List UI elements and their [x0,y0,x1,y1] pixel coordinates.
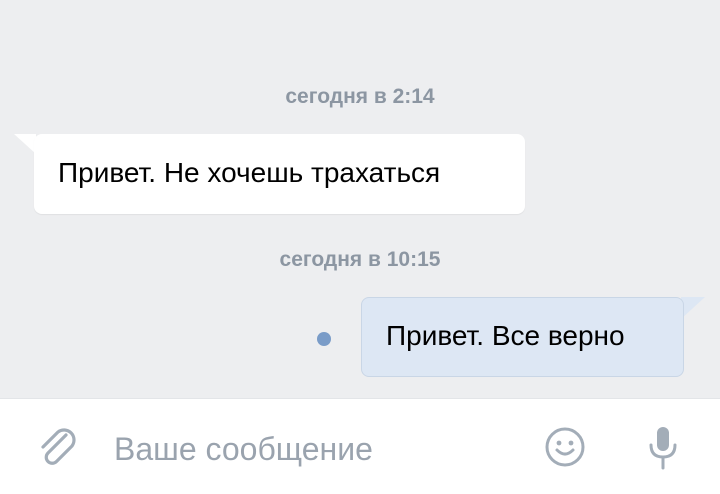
message-text: Привет. Все верно [386,320,625,351]
microphone-icon[interactable] [646,425,680,471]
paperclip-icon[interactable] [34,425,80,471]
message-input[interactable]: Ваше сообщение [114,431,373,468]
smile-icon[interactable] [544,426,586,468]
message-text: Привет. Не хочешь трахаться [58,157,441,188]
unread-indicator [317,332,331,346]
incoming-bubble-tail [14,134,36,154]
date-separator: сегодня в 2:14 [285,85,435,108]
date-separator: сегодня в 10:15 [279,248,441,271]
message-history[interactable]: сегодня в 2:14 Привет. Не хочешь трахать… [0,0,720,398]
outgoing-bubble-tail [681,297,705,319]
message-composer: Ваше сообщение [0,398,720,494]
incoming-message-bubble[interactable]: Привет. Не хочешь трахаться [34,134,525,214]
outgoing-message-bubble[interactable]: Привет. Все верно [361,297,684,377]
